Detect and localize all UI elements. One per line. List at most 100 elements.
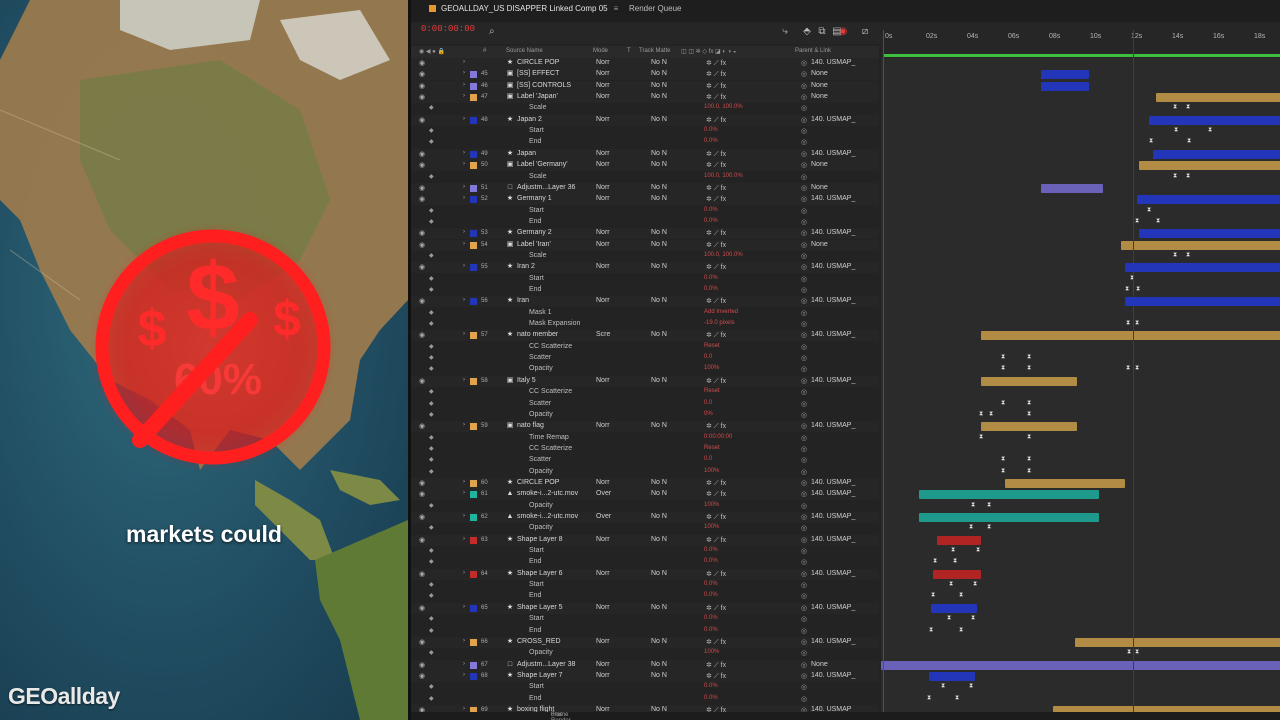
keyframe-marker[interactable]: ⧗ — [1127, 649, 1131, 656]
layer-switches[interactable]: ✲ ⟋ fx — [706, 513, 726, 522]
label-color-swatch[interactable] — [470, 536, 477, 544]
keyframe-marker[interactable]: ⧗ — [1027, 400, 1031, 407]
keyframe-marker[interactable]: ⧗ — [1027, 468, 1031, 475]
property-row[interactable]: ◆ Scale 100.0, 100.0% ◎ — [411, 251, 879, 262]
expression-pickwhip-icon[interactable]: ◎ — [801, 683, 807, 691]
visibility-eye-icon[interactable]: ◉ — [419, 59, 425, 67]
visibility-eye-icon[interactable]: ◉ — [419, 570, 425, 578]
keyframe-marker[interactable]: ⧗ — [979, 434, 983, 441]
expression-pickwhip-icon[interactable]: ◎ — [801, 558, 807, 566]
layer-duration-bar[interactable] — [1041, 70, 1089, 80]
parent-dropdown[interactable]: 140. USMAP_ — [811, 59, 855, 66]
visibility-eye-icon[interactable]: ◉ — [419, 263, 425, 271]
layer-switches[interactable]: ✲ ⟋ fx — [706, 490, 726, 499]
layer-duration-bar[interactable] — [1125, 263, 1280, 273]
layer-row[interactable]: ◉ › 46 ▣ [SS] CONTROLS Norr No N ✲ ⟋ fx ◎ None — [411, 80, 879, 92]
layer-name[interactable]: Germany 2 — [517, 229, 552, 236]
property-row[interactable]: ◆ Time Remap 0:00:00:00 ◎ — [411, 433, 879, 444]
blend-mode-dropdown[interactable]: Norr — [596, 377, 610, 384]
blend-mode-dropdown[interactable]: Norr — [596, 195, 610, 202]
property-value[interactable]: 0.0 — [704, 456, 712, 462]
keyframe-marker[interactable]: ⧗ — [941, 683, 945, 690]
layer-duration-bar[interactable] — [1139, 229, 1280, 239]
parent-pickwhip-icon[interactable]: ◎ — [801, 513, 807, 521]
keyframe-marker[interactable]: ⧗ — [976, 547, 980, 554]
visibility-eye-icon[interactable]: ◉ — [419, 184, 425, 192]
property-row[interactable]: ◆ Scatter 0.0 ◎ — [411, 353, 879, 364]
keyframe-nav-icon[interactable]: ◆ — [429, 388, 434, 395]
keyframe-nav-icon[interactable]: ◆ — [429, 252, 434, 259]
property-row[interactable]: ◆ Start 0.0% ◎ — [411, 546, 879, 557]
layer-row[interactable]: ◉ › ★ CIRCLE POP Norr No N ✲ ⟋ fx ◎ 140. USMAP_ — [411, 58, 879, 69]
expression-pickwhip-icon[interactable]: ◎ — [801, 309, 807, 317]
parent-link-header[interactable]: Parent & Link — [795, 48, 831, 54]
parent-dropdown[interactable]: 140. USMAP_ — [811, 638, 855, 645]
track-matte-dropdown[interactable]: No N — [651, 570, 667, 577]
parent-pickwhip-icon[interactable]: ◎ — [801, 672, 807, 680]
keyframe-marker[interactable]: ⧗ — [947, 615, 951, 622]
blend-mode-dropdown[interactable]: Norr — [596, 422, 610, 429]
layer-duration-bar[interactable] — [1005, 478, 1125, 488]
keyframe-marker[interactable]: ⧗ — [1001, 365, 1005, 372]
expand-twirl-icon[interactable]: › — [463, 570, 465, 576]
layer-switches[interactable]: ✲ ⟋ fx — [706, 638, 726, 647]
keyframe-marker[interactable]: ⧗ — [1156, 218, 1160, 225]
property-row[interactable]: ◆ Opacity 100% ◎ — [411, 648, 879, 659]
property-value[interactable]: 0.0 — [704, 400, 712, 406]
keyframe-marker[interactable]: ⧗ — [1027, 411, 1031, 418]
layer-name[interactable]: CIRCLE POP — [517, 479, 559, 486]
expand-twirl-icon[interactable]: › — [463, 536, 465, 542]
property-row[interactable]: ◆ Start 0.0% ◎ — [411, 274, 879, 285]
visibility-eye-icon[interactable]: ◉ — [419, 422, 425, 430]
expand-twirl-icon[interactable]: › — [463, 93, 465, 99]
blend-mode-dropdown[interactable]: Norr — [596, 638, 610, 645]
property-row[interactable]: ◆ Opacity 0% ◎ — [411, 410, 879, 421]
parent-pickwhip-icon[interactable]: ◎ — [801, 150, 807, 158]
parent-pickwhip-icon[interactable]: ◎ — [801, 422, 807, 430]
blend-mode-dropdown[interactable]: Norr — [596, 70, 610, 77]
blend-mode-dropdown[interactable]: Norr — [596, 536, 610, 543]
property-value[interactable]: 100% — [704, 502, 719, 508]
keyframe-marker[interactable]: ⧗ — [1135, 320, 1139, 327]
parent-pickwhip-icon[interactable]: ◎ — [801, 241, 807, 249]
blend-mode-dropdown[interactable]: Norr — [596, 229, 610, 236]
layer-row[interactable]: ◉ › 68 ★ Shape Layer 7 Norr No N ✲ ⟋ fx ◎ 140. US… — [411, 670, 879, 682]
visibility-eye-icon[interactable]: ◉ — [419, 241, 425, 249]
draft-3d-icon[interactable]: ⬘ — [801, 26, 813, 38]
visibility-eye-icon[interactable]: ◉ — [419, 638, 425, 646]
property-value[interactable]: Reset — [704, 445, 720, 451]
layer-name[interactable]: Shape Layer 5 — [517, 604, 563, 611]
track-matte-dropdown[interactable]: No N — [651, 161, 667, 168]
track-matte-header[interactable]: Track Matte — [639, 48, 670, 54]
keyframe-nav-icon[interactable]: ◆ — [429, 434, 434, 441]
layer-name[interactable]: Adjustm...Layer 38 — [517, 661, 575, 668]
keyframe-marker[interactable]: ⧗ — [1173, 252, 1177, 259]
layer-row[interactable]: ◉ › 45 ▣ [SS] EFFECT Norr No N ✲ ⟋ fx ◎ None — [411, 69, 879, 81]
layer-name[interactable]: [SS] CONTROLS — [517, 82, 571, 89]
layer-switches[interactable]: ✲ ⟋ fx — [706, 604, 726, 613]
track-matte-dropdown[interactable]: No N — [651, 116, 667, 123]
layer-switches[interactable]: ✲ ⟋ fx — [706, 161, 726, 170]
expression-pickwhip-icon[interactable]: ◎ — [801, 411, 807, 419]
layer-duration-bar[interactable] — [1156, 93, 1280, 103]
parent-pickwhip-icon[interactable]: ◎ — [801, 82, 807, 90]
expand-twirl-icon[interactable]: › — [463, 604, 465, 610]
layer-duration-bar[interactable] — [1075, 637, 1280, 647]
property-value[interactable]: 100% — [704, 468, 719, 474]
property-row[interactable]: ◆ Scatter 0.0 ◎ — [411, 399, 879, 410]
keyframe-nav-icon[interactable]: ◆ — [429, 104, 434, 111]
layer-track-area[interactable]: ⧗ ⧗ ⧗ ⧗ ⧗ ⧗ ⧗ ⧗ ⧗ ⧗ ⧗ ⧗ ⧗ ⧗ ⧗ ⧗ ⧗ ⧗ ⧗ ⧗ ⧗ ⧗ ⧗ ⧗ ⧗ ⧗ ⧗ ⧗ ⧗ ⧗ ⧗ ⧗ ⧗ ⧗ ⧗ ⧗ ⧗ ⧗ ⧗ ⧗… — [881, 58, 1280, 715]
property-value[interactable]: 0.0% — [704, 286, 718, 292]
parent-pickwhip-icon[interactable]: ◎ — [801, 536, 807, 544]
keyframe-nav-icon[interactable]: ◆ — [429, 695, 434, 702]
layer-switches[interactable]: ✲ ⟋ fx — [706, 263, 726, 272]
keyframe-marker[interactable]: ⧗ — [1173, 173, 1177, 180]
keyframe-nav-icon[interactable]: ◆ — [429, 207, 434, 214]
keyframe-marker[interactable]: ⧗ — [989, 411, 993, 418]
keyframe-nav-icon[interactable]: ◆ — [429, 411, 434, 418]
layer-duration-bar[interactable] — [933, 569, 981, 579]
expression-pickwhip-icon[interactable]: ◎ — [801, 502, 807, 510]
search-icon[interactable]: ⌕ — [489, 26, 501, 38]
expand-twirl-icon[interactable]: › — [463, 82, 465, 88]
expression-pickwhip-icon[interactable]: ◎ — [801, 343, 807, 351]
